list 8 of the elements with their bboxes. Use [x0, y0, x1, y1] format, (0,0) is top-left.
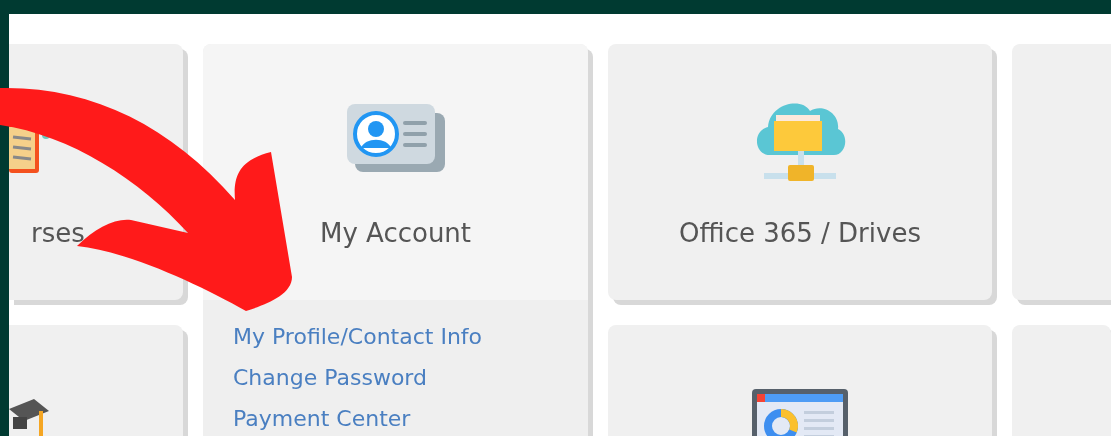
menu-link[interactable]: My Profile/Contact Info [233, 324, 588, 349]
tile-title: Office 365 / Drives [679, 218, 921, 248]
menu-link[interactable]: Change Password [233, 365, 588, 390]
report-window-icon [752, 389, 848, 436]
id-card-icon [346, 104, 445, 172]
tile-title: rses [31, 218, 85, 248]
menu-link[interactable]: Payment Center [233, 406, 588, 431]
tile-title: My Account [319, 218, 472, 248]
